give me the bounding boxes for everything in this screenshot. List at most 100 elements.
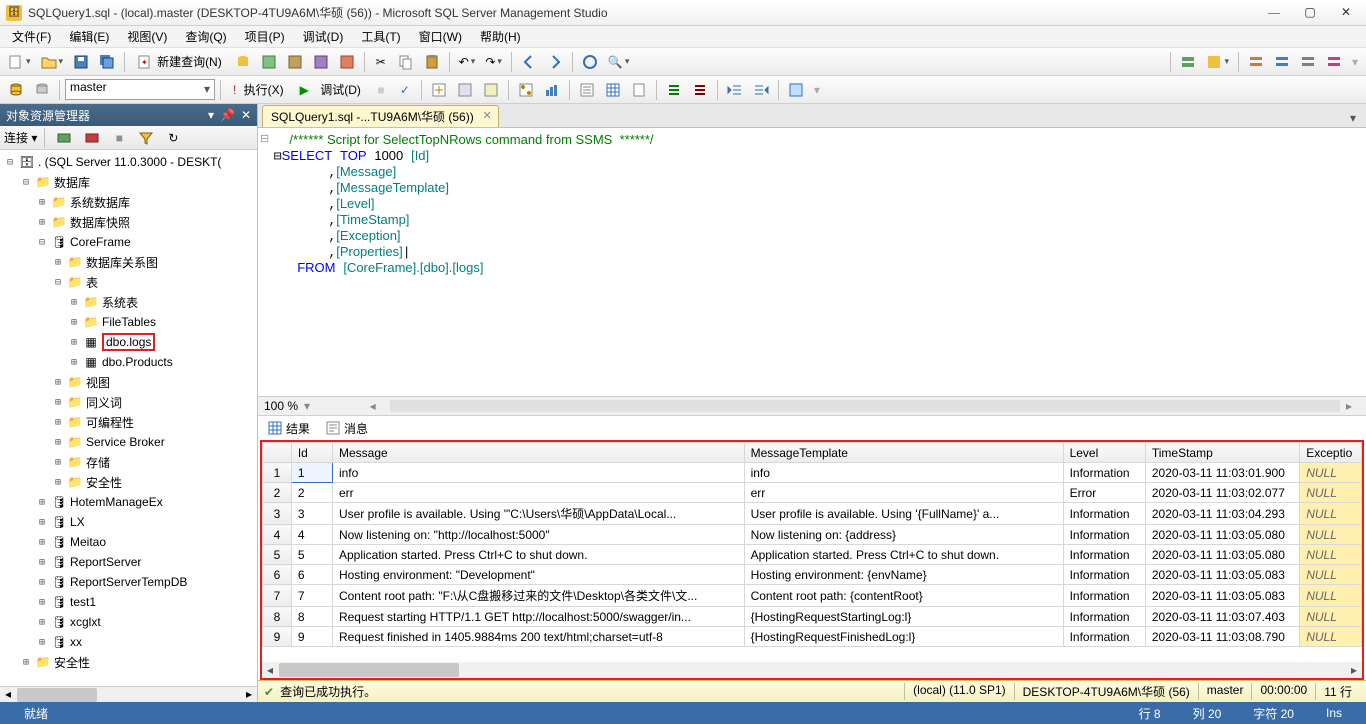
options-3-button[interactable] (1296, 51, 1320, 73)
cell-id[interactable]: 3 (291, 503, 332, 525)
cell-msg[interactable]: Request starting HTTP/1.1 GET http://loc… (332, 607, 744, 627)
save-button[interactable] (69, 51, 93, 73)
cell-lvl[interactable]: Information (1063, 525, 1145, 545)
row-header[interactable]: 6 (263, 565, 292, 585)
row-header[interactable]: 4 (263, 525, 292, 545)
tree-systables[interactable]: 系统表 (102, 294, 138, 311)
menu-view[interactable]: 视图(V) (119, 26, 175, 47)
cell-ts[interactable]: 2020-03-11 11:03:02.077 (1145, 483, 1299, 503)
open-file-button[interactable] (37, 51, 68, 73)
tree-xx[interactable]: xx (70, 635, 82, 649)
tree-security2[interactable]: 安全性 (54, 654, 90, 671)
row-header[interactable]: 2 (263, 483, 292, 503)
cell-tpl[interactable]: User profile is available. Using '{FullN… (744, 503, 1063, 525)
close-tab-icon[interactable]: ✕ (483, 109, 492, 122)
results-grid[interactable]: Id Message MessageTemplate Level TimeSta… (262, 442, 1362, 662)
tree-filetables[interactable]: FileTables (102, 315, 156, 329)
results-tab[interactable]: 结果 (264, 418, 314, 439)
tree-storage[interactable]: 存储 (86, 454, 110, 471)
paste-button[interactable] (420, 51, 444, 73)
tree-reportserver[interactable]: ReportServer (70, 555, 141, 569)
tree-xcglxt[interactable]: xcglxt (70, 615, 101, 629)
tree-test1[interactable]: test1 (70, 595, 96, 609)
cell-ex[interactable]: NULL (1300, 503, 1362, 525)
tree-hscrollbar[interactable]: ◂▸ (0, 686, 257, 702)
actual-plan-button[interactable] (514, 79, 538, 101)
undo-button[interactable]: ↶ (455, 51, 480, 73)
tree-sysdb[interactable]: 系统数据库 (70, 194, 130, 211)
cell-ts[interactable]: 2020-03-11 11:03:04.293 (1145, 503, 1299, 525)
redo-button[interactable]: ↷ (481, 51, 506, 73)
tree-diagram[interactable]: 数据库关系图 (86, 254, 158, 271)
cell-msg[interactable]: info (332, 463, 744, 483)
menu-edit[interactable]: 编辑(E) (61, 26, 117, 47)
tree-views[interactable]: 视图 (86, 374, 110, 391)
copy-button[interactable] (394, 51, 418, 73)
cell-tpl[interactable]: Hosting environment: {envName} (744, 565, 1063, 585)
cell-tpl[interactable]: {HostingRequestFinishedLog:l} (744, 627, 1063, 647)
stop-button[interactable]: ■ (370, 79, 392, 101)
cell-tpl[interactable]: err (744, 483, 1063, 503)
mdx-button[interactable] (283, 51, 307, 73)
cell-ts[interactable]: 2020-03-11 11:03:05.083 (1145, 585, 1299, 607)
editor-scroll-right[interactable]: ▸ (1346, 399, 1360, 413)
cell-lvl[interactable]: Information (1063, 585, 1145, 607)
cell-msg[interactable]: Request finished in 1405.9884ms 200 text… (332, 627, 744, 647)
cell-id[interactable]: 8 (291, 607, 332, 627)
cell-lvl[interactable]: Information (1063, 565, 1145, 585)
find-button[interactable]: 🔍 (604, 51, 633, 73)
row-header[interactable]: 8 (263, 607, 292, 627)
client-stats-button[interactable] (540, 79, 564, 101)
cell-id[interactable]: 6 (291, 565, 332, 585)
cell-tpl[interactable]: Application started. Press Ctrl+C to shu… (744, 545, 1063, 565)
cell-ex[interactable]: NULL (1300, 627, 1362, 647)
table-row[interactable]: 11infoinfoInformation2020-03-11 11:03:01… (263, 463, 1362, 483)
minimize-button[interactable]: — (1260, 3, 1288, 23)
menu-debug[interactable]: 调试(D) (295, 26, 352, 47)
editor-hscrollbar[interactable] (390, 400, 1340, 412)
results-text-button[interactable] (575, 79, 599, 101)
cell-ex[interactable]: NULL (1300, 607, 1362, 627)
grid-hscrollbar[interactable]: ◂▸ (262, 662, 1362, 678)
menu-query[interactable]: 查询(Q) (177, 26, 234, 47)
change-connection-button[interactable] (4, 79, 28, 101)
tree-hotem[interactable]: HotemManageEx (70, 495, 163, 509)
panel-pin-icon[interactable]: 📌 (220, 108, 235, 122)
cell-msg[interactable]: Content root path: "F:\从C盘搬移过来的文件\Deskto… (332, 585, 744, 607)
reg-servers-button[interactable] (1176, 51, 1200, 73)
oe-btn-2[interactable] (80, 127, 104, 149)
tree-servicebroker[interactable]: Service Broker (86, 435, 165, 449)
tree-lx[interactable]: LX (70, 515, 85, 529)
table-row[interactable]: 33User profile is available. Using '"C:\… (263, 503, 1362, 525)
cell-msg[interactable]: Application started. Press Ctrl+C to shu… (332, 545, 744, 565)
table-row[interactable]: 88Request starting HTTP/1.1 GET http://l… (263, 607, 1362, 627)
tabs-dropdown-icon[interactable]: ▾ (1344, 109, 1362, 127)
cell-lvl[interactable]: Information (1063, 607, 1145, 627)
tree-coreframe[interactable]: CoreFrame (70, 235, 131, 249)
results-file-button[interactable] (627, 79, 651, 101)
cell-msg[interactable]: User profile is available. Using '"C:\Us… (332, 503, 744, 525)
row-header[interactable]: 3 (263, 503, 292, 525)
col-template[interactable]: MessageTemplate (744, 443, 1063, 463)
cell-ts[interactable]: 2020-03-11 11:03:07.403 (1145, 607, 1299, 627)
cell-id[interactable]: 7 (291, 585, 332, 607)
execute-button[interactable]: ! 执行(X) (226, 79, 291, 101)
panel-dropdown-icon[interactable]: ▾ (208, 108, 214, 122)
new-query-button[interactable]: ✦新建查询(N) (130, 51, 229, 73)
intellisense-button[interactable] (479, 79, 503, 101)
save-all-button[interactable] (95, 51, 119, 73)
tree-programmability[interactable]: 可编程性 (86, 414, 134, 431)
cell-ts[interactable]: 2020-03-11 11:03:08.790 (1145, 627, 1299, 647)
table-row[interactable]: 22errerrError2020-03-11 11:03:02.077NULL (263, 483, 1362, 503)
cell-tpl[interactable]: {HostingRequestStartingLog:l} (744, 607, 1063, 627)
uncomment-button[interactable] (688, 79, 712, 101)
sql-editor[interactable]: ⊟ /****** Script for SelectTopNRows comm… (258, 128, 1366, 396)
cell-id[interactable]: 4 (291, 525, 332, 545)
zoom-level[interactable]: 100 % (264, 399, 298, 413)
cell-lvl[interactable]: Error (1063, 483, 1145, 503)
doc-tab-sqlquery1[interactable]: SQLQuery1.sql -...TU9A6M\华硕 (56))✕ (262, 105, 499, 127)
tree-dbo-logs[interactable]: dbo.logs (102, 333, 155, 351)
tree-server[interactable]: . (SQL Server 11.0.3000 - DESKT( (38, 155, 221, 169)
cell-ts[interactable]: 2020-03-11 11:03:05.080 (1145, 525, 1299, 545)
cell-lvl[interactable]: Information (1063, 503, 1145, 525)
